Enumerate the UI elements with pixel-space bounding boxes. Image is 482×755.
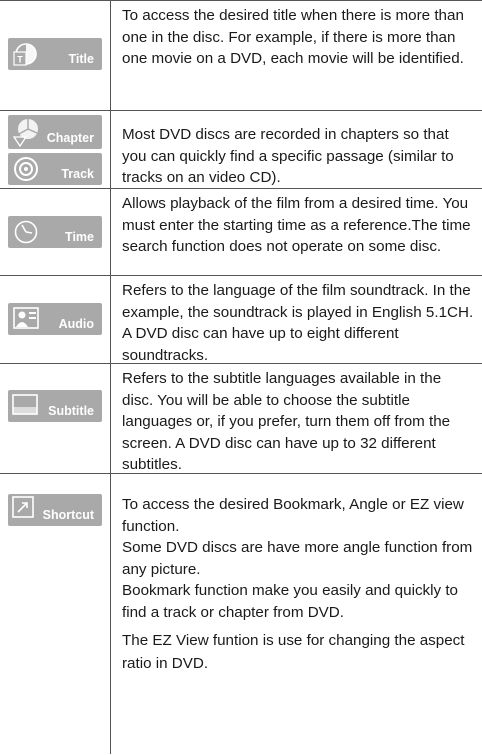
badge-label: Chapter bbox=[46, 131, 94, 145]
badge-label: Shortcut bbox=[42, 508, 94, 522]
description-text: Some DVD discs are have more angle funct… bbox=[122, 539, 473, 578]
time-badge: Time bbox=[8, 216, 102, 248]
row-audio: Audio Refers to the language of the film… bbox=[0, 275, 482, 364]
badge-label: Audio bbox=[58, 317, 94, 331]
title-badge: T Title bbox=[8, 38, 102, 70]
icon-cell-audio: Audio bbox=[0, 276, 110, 364]
row-time: Time Allows playback of the film from a … bbox=[0, 188, 482, 276]
icon-cell-chapter: Chapter Track bbox=[0, 111, 110, 189]
icon-cell-title: T Title bbox=[0, 1, 110, 111]
clock-icon bbox=[14, 220, 38, 244]
subtitle-badge: Subtitle bbox=[8, 390, 102, 422]
row-title: T Title To access the desired title when… bbox=[0, 0, 482, 111]
badge-label: Time bbox=[65, 230, 94, 244]
description-text: The EZ View funtion is use for changing … bbox=[122, 632, 465, 672]
badge-label: Subtitle bbox=[48, 404, 94, 418]
audio-badge: Audio bbox=[8, 303, 102, 335]
row-chapter-track: Chapter Track Most DVD discs are recorde… bbox=[0, 110, 482, 189]
icon-cell-subtitle: Subtitle bbox=[0, 364, 110, 474]
row-shortcut: Shortcut To access the desired Bookmark,… bbox=[0, 473, 482, 755]
disc-chapter-icon bbox=[12, 119, 38, 147]
svg-text:T: T bbox=[17, 55, 23, 65]
shortcut-badge: Shortcut bbox=[8, 494, 102, 526]
audio-icon bbox=[13, 307, 39, 329]
icon-cell-time: Time bbox=[0, 189, 110, 276]
shortcut-icon bbox=[12, 496, 34, 518]
description-text: Most DVD discs are recorded in chapters … bbox=[122, 126, 454, 186]
chapter-badge: Chapter bbox=[8, 115, 102, 149]
row-description: To access the desired Bookmark, Angle or… bbox=[122, 494, 476, 675]
description-text: To access the desired Bookmark, Angle or… bbox=[122, 496, 464, 535]
description-text: Refers to the language of the film sound… bbox=[122, 282, 474, 364]
disc-track-icon bbox=[14, 157, 38, 181]
row-subtitle: Subtitle Refers to the subtitle language… bbox=[0, 363, 482, 474]
icon-cell-shortcut: Shortcut bbox=[0, 474, 110, 755]
row-description: To access the desired title when there i… bbox=[122, 5, 476, 70]
row-description: Most DVD discs are recorded in chapters … bbox=[122, 124, 476, 189]
badge-label: Title bbox=[68, 52, 94, 66]
description-text: Allows playback of the film from a desir… bbox=[122, 195, 471, 255]
description-text: Bookmark function make you easily and qu… bbox=[122, 582, 458, 621]
row-description: Refers to the subtitle languages availab… bbox=[122, 368, 476, 476]
row-description: Allows playback of the film from a desir… bbox=[122, 193, 476, 258]
track-badge: Track bbox=[8, 153, 102, 185]
badge-label: Track bbox=[61, 167, 94, 181]
description-text: Refers to the subtitle languages availab… bbox=[122, 370, 451, 473]
disc-title-icon: T bbox=[13, 43, 37, 66]
description-text: To access the desired title when there i… bbox=[122, 7, 464, 67]
subtitle-icon bbox=[12, 394, 38, 415]
row-description: Refers to the language of the film sound… bbox=[122, 280, 476, 366]
